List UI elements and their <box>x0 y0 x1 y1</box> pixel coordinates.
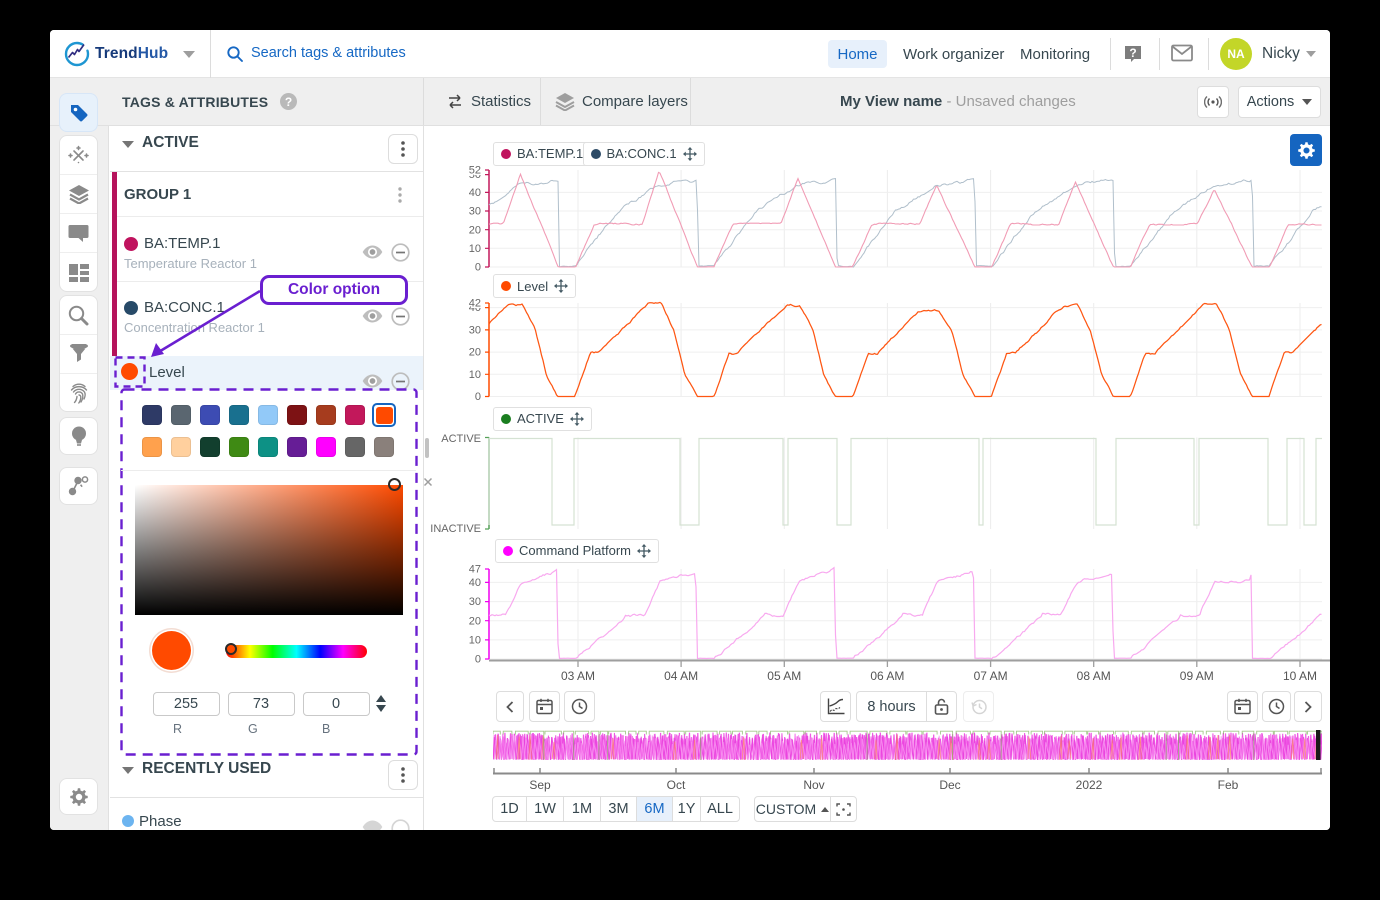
svg-text:08 AM: 08 AM <box>1077 669 1111 683</box>
svg-text:52: 52 <box>469 165 481 177</box>
svg-text:0: 0 <box>475 654 481 666</box>
svg-text:09 AM: 09 AM <box>1180 669 1214 683</box>
svg-text:2022: 2022 <box>1076 778 1103 792</box>
svg-text:20: 20 <box>469 224 481 236</box>
svg-text:47: 47 <box>469 564 481 576</box>
svg-text:40: 40 <box>469 577 481 589</box>
svg-text:ACTIVE: ACTIVE <box>441 433 481 445</box>
svg-text:Oct: Oct <box>667 778 686 792</box>
svg-text:Nov: Nov <box>803 778 824 792</box>
svg-text:04 AM: 04 AM <box>664 669 698 683</box>
svg-text:40: 40 <box>469 187 481 199</box>
svg-text:30: 30 <box>469 596 481 608</box>
svg-text:30: 30 <box>469 206 481 218</box>
svg-text:06 AM: 06 AM <box>870 669 904 683</box>
svg-text:10 AM: 10 AM <box>1283 669 1317 683</box>
svg-text:10: 10 <box>469 635 481 647</box>
svg-text:10: 10 <box>469 369 481 381</box>
svg-text:42: 42 <box>469 298 481 310</box>
svg-text:0: 0 <box>475 262 481 274</box>
svg-text:05 AM: 05 AM <box>767 669 801 683</box>
svg-text:Sep: Sep <box>529 778 551 792</box>
svg-text:20: 20 <box>469 347 481 359</box>
svg-text:30: 30 <box>469 325 481 337</box>
svg-text:INACTIVE: INACTIVE <box>430 523 481 535</box>
svg-text:0: 0 <box>475 391 481 403</box>
svg-text:?: ? <box>1129 46 1136 60</box>
svg-text:03 AM: 03 AM <box>561 669 595 683</box>
svg-text:20: 20 <box>469 615 481 627</box>
svg-text:Feb: Feb <box>1218 778 1239 792</box>
svg-text:Dec: Dec <box>939 778 960 792</box>
svg-text:07 AM: 07 AM <box>974 669 1008 683</box>
svg-text:10: 10 <box>469 243 481 255</box>
